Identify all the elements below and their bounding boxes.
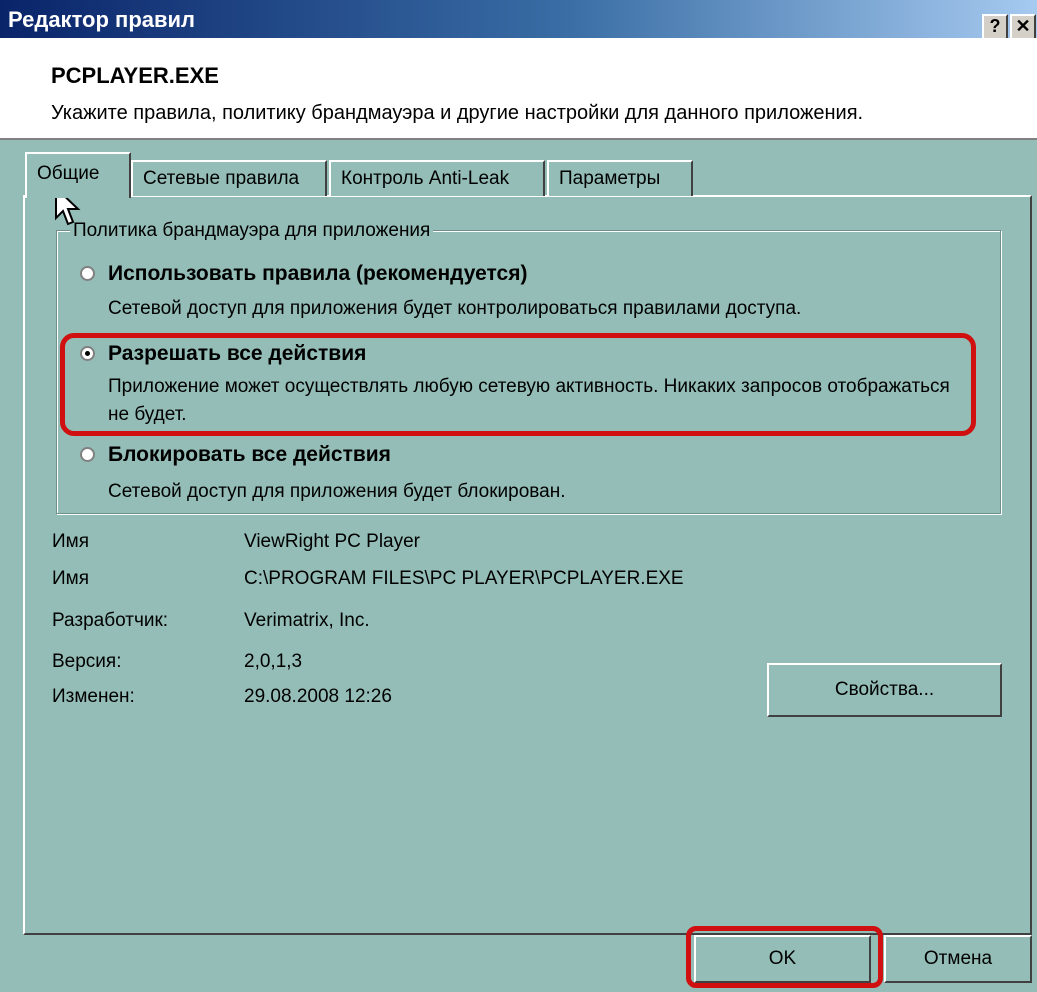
info-developer-value: Verimatrix, Inc. [244,610,370,631]
radio-block-all[interactable] [80,447,95,462]
radio-use-rules[interactable] [80,266,95,281]
header-panel: PCPLAYER.EXE Укажите правила, политику б… [0,38,1037,140]
info-name-label: Имя [52,531,90,552]
tab-anti-leak[interactable]: Контроль Anti-Leak [329,160,545,196]
option-block-all-label[interactable]: Блокировать все действия [108,443,391,467]
highlight-allow-option [60,333,976,436]
rule-editor-window: Редактор правил ? ✕ PCPLAYER.EXE Укажите… [0,0,1037,992]
tab-parameters[interactable]: Параметры [547,160,693,196]
info-developer-label: Разработчик: [52,610,169,631]
properties-button[interactable]: Свойства... [767,663,1002,717]
highlight-ok-button [686,926,883,988]
info-name-value: ViewRight PC Player [244,531,421,552]
info-modified-value: 29.08.2008 12:26 [244,686,392,707]
info-version-label: Версия: [52,651,122,672]
option-use-rules-label[interactable]: Использовать правила (рекомендуется) [108,262,527,286]
header-description: Укажите правила, политику брандмауэра и … [51,102,864,124]
option-use-rules-description: Сетевой доступ для приложения будет конт… [108,298,802,319]
help-button[interactable]: ? [982,14,1008,40]
close-button[interactable]: ✕ [1010,14,1036,40]
info-path-label: Имя [52,568,90,589]
app-name: PCPLAYER.EXE [51,63,219,88]
window-title: Редактор правил [8,7,196,32]
tab-network-rules[interactable]: Сетевые правила [131,160,327,196]
info-path-value: C:\PROGRAM FILES\PC PLAYER\PCPLAYER.EXE [244,568,684,589]
title-bar[interactable]: Редактор правил ? ✕ [0,0,1037,40]
tab-general[interactable]: Общие [25,152,131,198]
policy-group-title: Политика брандмауэра для приложения [70,220,434,242]
info-version-value: 2,0,1,3 [244,651,303,672]
option-block-all-description: Сетевой доступ для приложения будет блок… [108,481,566,502]
cancel-button[interactable]: Отмена [884,935,1032,983]
info-modified-label: Изменен: [52,686,135,707]
